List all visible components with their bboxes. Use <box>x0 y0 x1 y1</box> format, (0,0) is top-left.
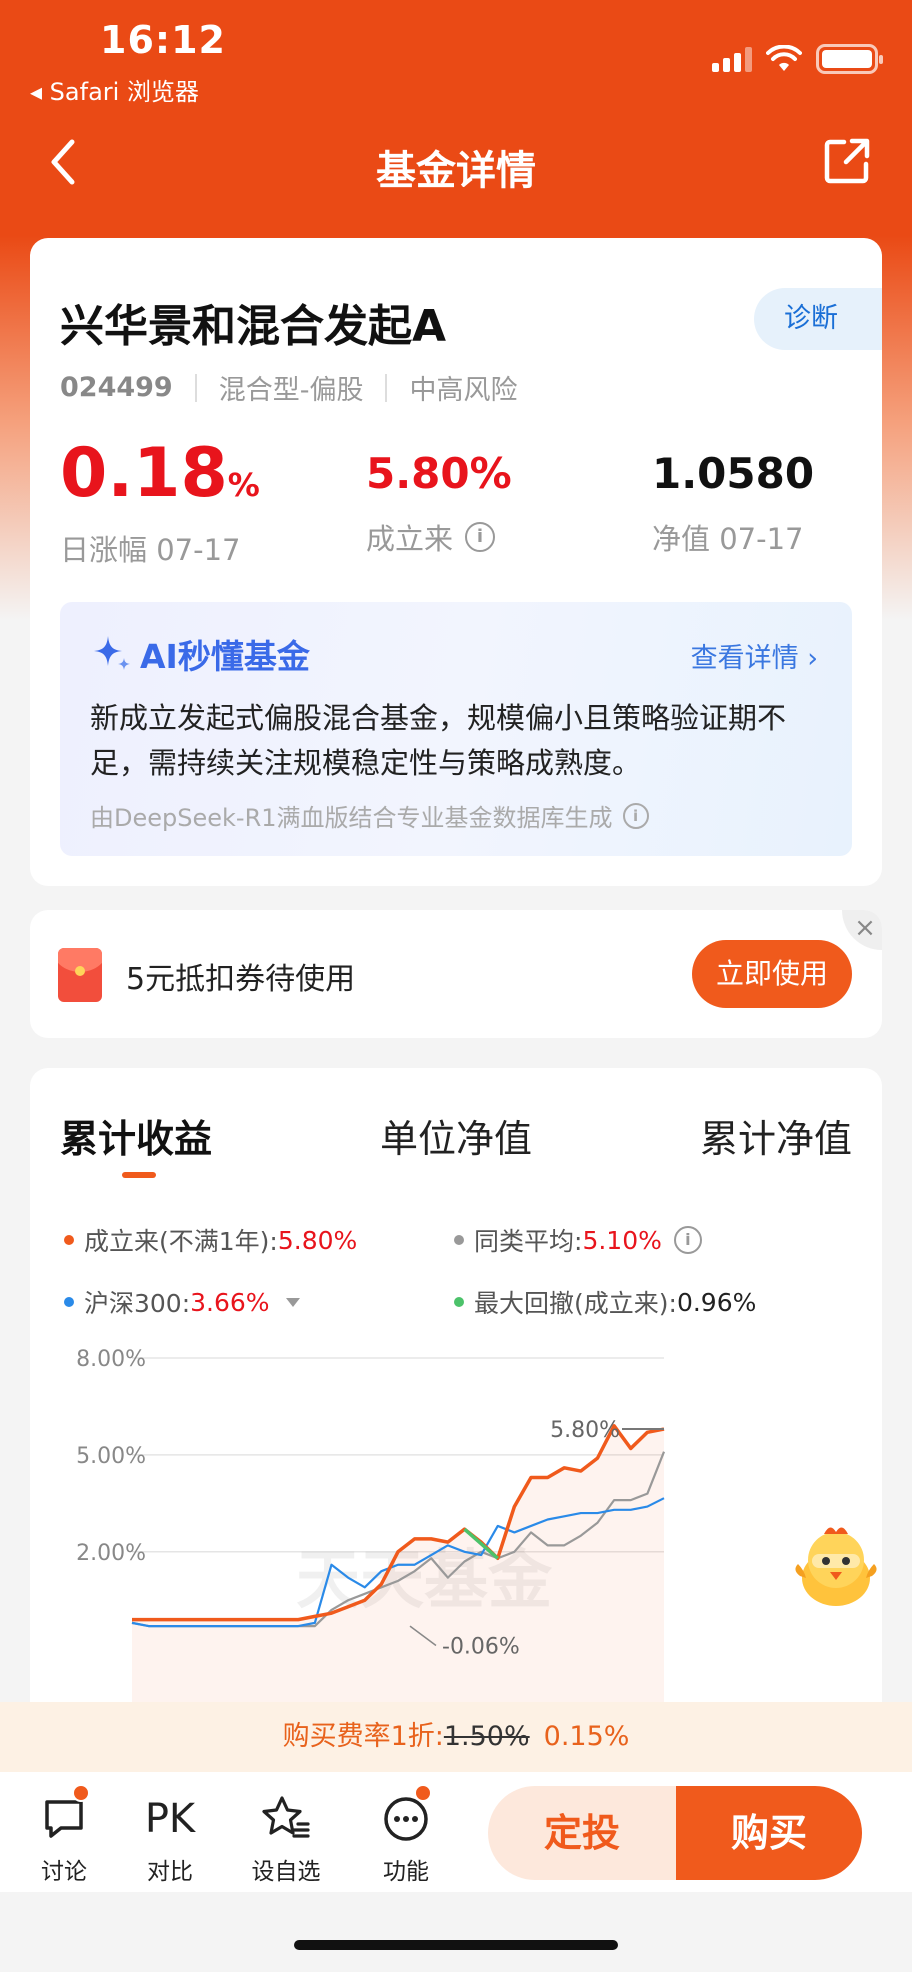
tab-unit-nav[interactable]: 单位净值 <box>380 1108 532 1163</box>
min-value-label: -0.06% <box>442 1634 520 1659</box>
performance-chart-card: 累计收益 单位净值 累计净值 成立来(不满1年): 5.80% 同类平均: 5.10… <box>30 1068 882 1788</box>
purchase-fee-banner: 购买费率1折:1.50% 0.15% <box>0 1702 912 1772</box>
nav-bar: 基金详情 <box>0 118 912 208</box>
sparkle-icon <box>94 636 130 670</box>
legend-dot <box>64 1235 74 1245</box>
fund-risk: 中高风险 <box>409 375 518 406</box>
daily-change-value: 0.18% <box>60 434 260 513</box>
bottom-action-bar: 讨论 PK 对比 设自选 功能 定投 购买 <box>0 1772 912 1892</box>
share-icon[interactable] <box>822 136 872 186</box>
ai-source-note: 由DeepSeek-R1满血版结合专业基金数据库生成 i <box>90 798 649 833</box>
nav-value: 1.0580 <box>652 449 815 498</box>
home-indicator-area <box>0 1892 912 1972</box>
ai-view-details-link[interactable]: 查看详情 › <box>691 636 818 675</box>
since-inception-value: 5.80% <box>366 449 512 498</box>
pk-icon: PK <box>144 1796 196 1842</box>
use-coupon-button[interactable]: 立即使用 <box>692 940 852 1008</box>
fund-code: 024499 <box>60 372 173 403</box>
ai-summary-box[interactable]: AI秒懂基金 查看详情 › 新成立发起式偏股混合基金，规模偏小且策略验证期不足，… <box>60 602 852 856</box>
divider <box>194 373 197 402</box>
notification-dot <box>414 1784 432 1802</box>
home-indicator <box>294 1940 618 1950</box>
back-to-safari[interactable]: ◂ Safari 浏览器 <box>30 72 199 107</box>
battery-icon <box>816 44 883 74</box>
legend-fund: 成立来(不满1年): 5.80% <box>64 1222 357 1258</box>
active-tab-indicator <box>122 1172 156 1178</box>
info-icon[interactable]: i <box>622 802 649 829</box>
since-inception-stat: 5.80% 成立来 i <box>366 434 512 558</box>
y-tick-label: 8.00% <box>76 1347 146 1372</box>
diagnose-button[interactable]: 诊断 <box>754 288 882 350</box>
nav-stat: 1.0580 净值 07-17 <box>652 434 814 558</box>
coupon-card: 5元抵扣券待使用 立即使用 × <box>30 910 882 1038</box>
notification-dot <box>72 1784 90 1802</box>
status-bar: 16:12 ◂ Safari 浏览器 <box>0 0 912 110</box>
star-icon <box>262 1796 310 1838</box>
fund-meta: 024499 混合型-偏股 中高风险 <box>60 368 517 407</box>
coupon-text: 5元抵扣券待使用 <box>126 962 356 997</box>
y-tick-label: 5.00% <box>76 1444 146 1469</box>
red-envelope-icon <box>58 948 102 1002</box>
daily-change-stat: 0.18% 日涨幅 07-17 <box>60 434 260 569</box>
fund-summary-card: 兴华景和混合发起A 诊断 024499 混合型-偏股 中高风险 0.18% 日涨… <box>30 238 882 886</box>
info-icon[interactable]: i <box>465 522 496 552</box>
status-time: 16:12 <box>100 18 226 62</box>
status-icons <box>712 44 883 74</box>
since-inception-label: 成立来 i <box>366 516 512 558</box>
cellular-signal-icon <box>712 46 752 72</box>
compare-button[interactable]: PK 对比 <box>140 1790 200 1886</box>
ai-summary-text: 新成立发起式偏股混合基金，规模偏小且策略验证期不足，需持续关注规模稳定性与策略成… <box>90 701 787 780</box>
y-tick-label: 2.00% <box>76 1541 146 1566</box>
legend-hs300[interactable]: 沪深300: 3.66% <box>64 1284 300 1320</box>
chevron-down-icon[interactable] <box>285 1297 300 1307</box>
legend-dot <box>64 1297 74 1307</box>
close-icon[interactable]: × <box>842 910 882 950</box>
legend-dot <box>454 1297 464 1307</box>
nav-label: 净值 07-17 <box>652 522 804 556</box>
legend-max-drawdown: 最大回撤(成立来): 0.96% <box>454 1284 756 1320</box>
wifi-icon <box>766 45 802 71</box>
tab-cumulative-nav[interactable]: 累计净值 <box>700 1108 852 1163</box>
functions-button[interactable]: 功能 <box>374 1784 438 1886</box>
fund-type: 混合型-偏股 <box>218 375 364 406</box>
buy-button[interactable]: 购买 <box>676 1786 862 1880</box>
daily-change-label: 日涨幅 07-17 <box>60 533 241 567</box>
chart-tabs: 累计收益 单位净值 累计净值 <box>60 1108 852 1163</box>
page-title: 基金详情 <box>376 148 536 194</box>
end-value-label: 5.80% <box>550 1418 620 1443</box>
fund-name: 兴华景和混合发起A <box>60 301 447 352</box>
add-watchlist-button[interactable]: 设自选 <box>246 1790 326 1886</box>
ai-title: AI秒懂基金 <box>90 630 310 678</box>
auto-invest-button[interactable]: 定投 <box>488 1786 676 1880</box>
info-icon[interactable]: i <box>673 1226 702 1254</box>
chat-bubble-icon <box>45 1800 83 1838</box>
divider <box>385 373 388 402</box>
legend-dot <box>454 1235 464 1245</box>
legend-peer-average: 同类平均: 5.10% i <box>454 1222 702 1258</box>
action-buttons: 定投 购买 <box>488 1786 862 1880</box>
mascot-chick-icon[interactable] <box>790 1520 882 1612</box>
discuss-button[interactable]: 讨论 <box>34 1784 94 1886</box>
tab-cumulative-return[interactable]: 累计收益 <box>60 1108 212 1163</box>
